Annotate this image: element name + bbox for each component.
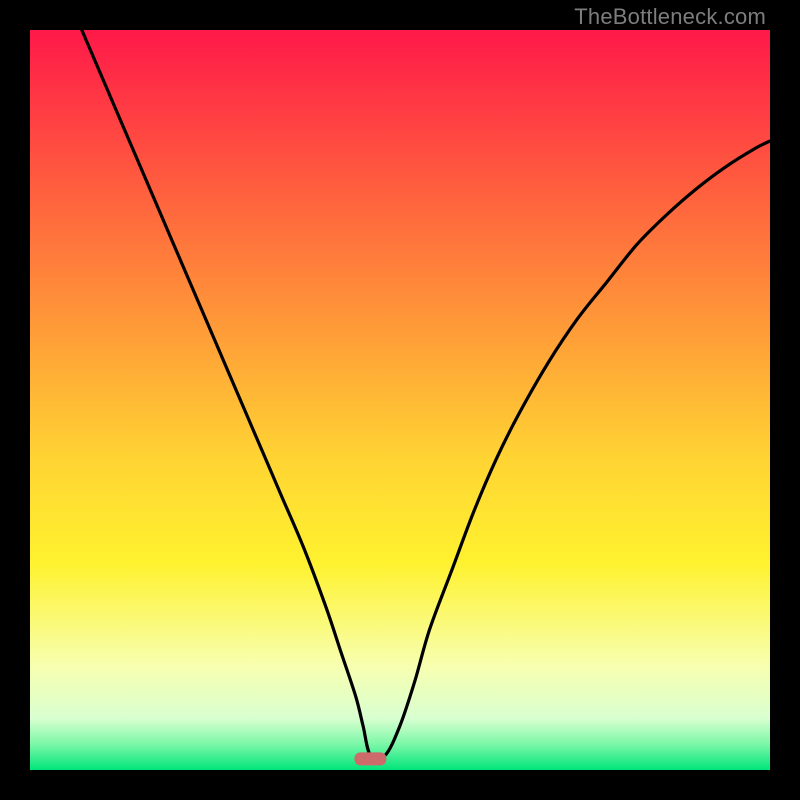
watermark-text: TheBottleneck.com — [574, 4, 766, 30]
chart-frame — [30, 30, 770, 770]
optimal-marker — [354, 752, 386, 765]
bottleneck-chart — [30, 30, 770, 770]
gradient-background — [30, 30, 770, 770]
